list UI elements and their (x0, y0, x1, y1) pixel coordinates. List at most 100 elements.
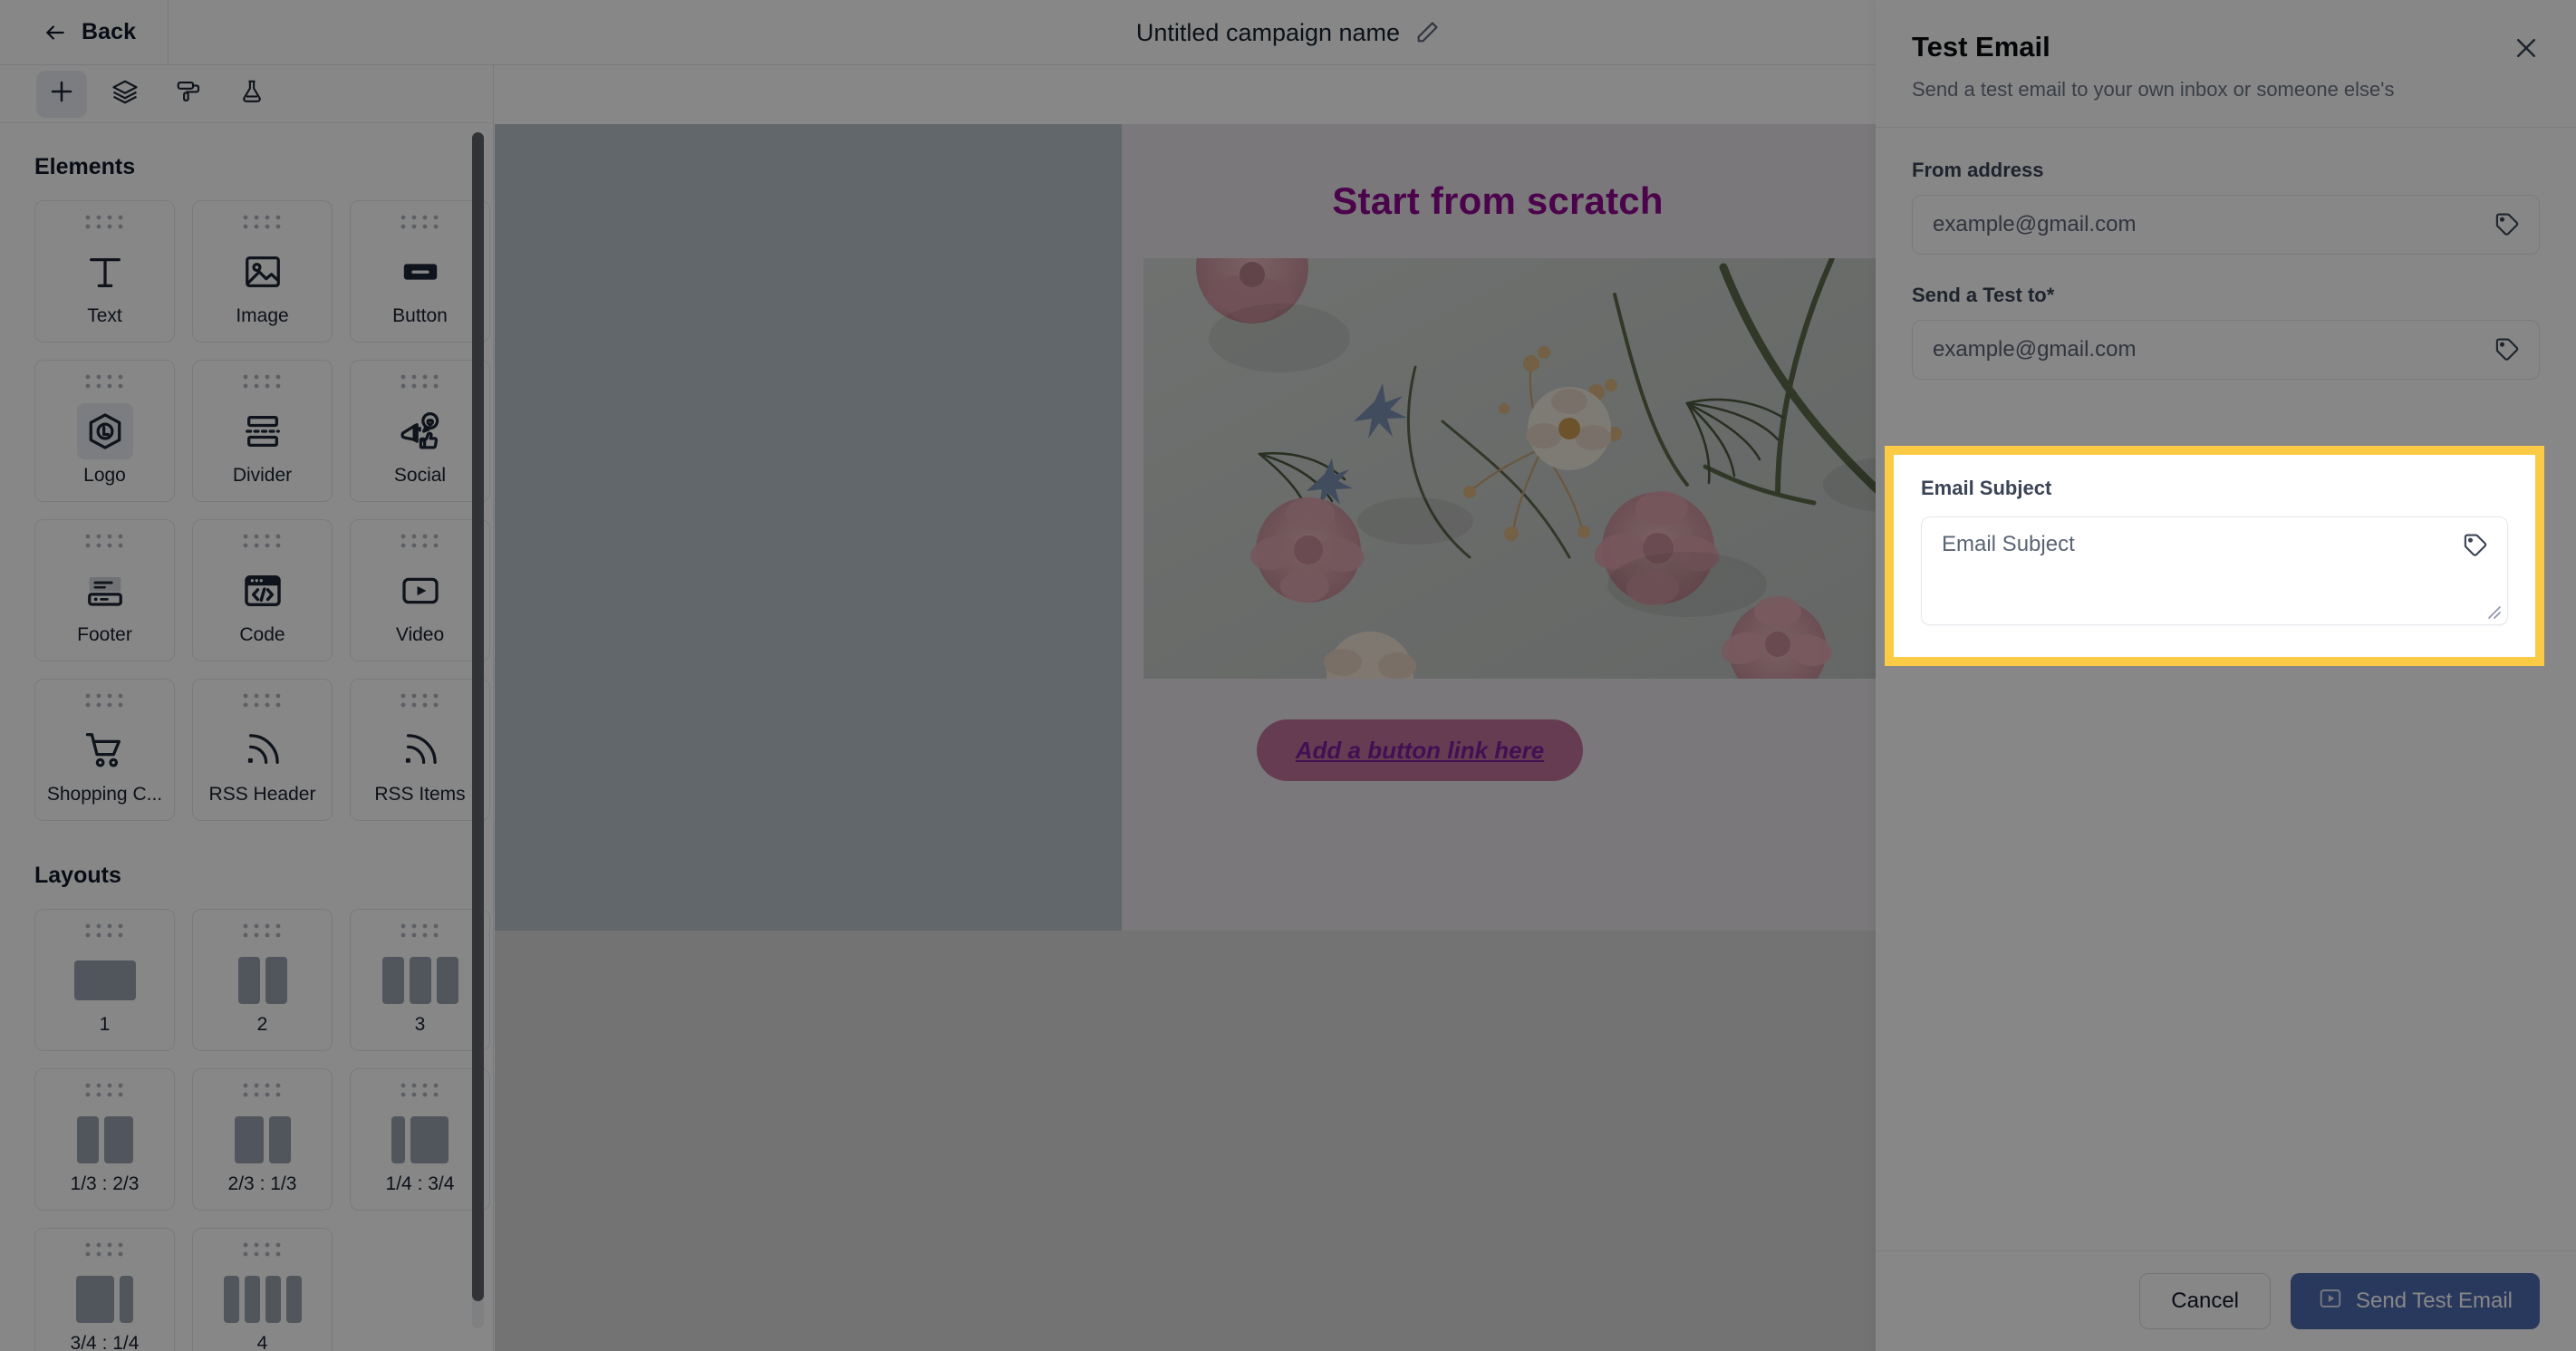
element-card-logo[interactable]: Logo (34, 360, 175, 502)
element-card-social[interactable]: Social (350, 360, 490, 502)
drag-dots-icon[interactable] (242, 214, 284, 237)
pencil-icon[interactable] (1414, 20, 1440, 45)
test-tool[interactable] (227, 71, 277, 118)
element-card-image[interactable]: Image (192, 200, 333, 343)
app-window: Back Untitled campaign name Elements Tex… (0, 0, 2576, 1351)
element-card-code[interactable]: Code (192, 519, 333, 661)
drag-dots-icon[interactable] (400, 533, 441, 556)
add-element-tool[interactable] (36, 70, 87, 118)
element-card-rss-header[interactable]: RSS Header (192, 679, 333, 821)
layout-card-1-3-2-3[interactable]: 1/3 : 2/3 (34, 1068, 175, 1211)
send-test-email-label: Send Test Email (2356, 1288, 2513, 1313)
element-card-label: Logo (83, 465, 126, 486)
layout-card-2-3-1-3[interactable]: 2/3 : 1/3 (192, 1068, 333, 1211)
send-test-to-label: Send a Test to* (1912, 284, 2055, 306)
sidebar-scroll-area: Elements Text Image Button Logo Divider Socia… (0, 123, 493, 1351)
drag-dots-icon[interactable] (242, 692, 284, 716)
layout-column-swatch (103, 1115, 133, 1163)
layers-tool[interactable] (100, 71, 150, 118)
tag-icon[interactable] (2462, 532, 2489, 559)
layout-column-swatch (265, 1275, 281, 1323)
text-icon (35, 237, 174, 305)
back-button[interactable]: Back (0, 0, 169, 65)
layout-card-1[interactable]: 1 (34, 909, 175, 1051)
element-card-label: RSS Items (374, 784, 466, 805)
layout-preview (223, 1265, 302, 1333)
drag-dots-icon[interactable] (84, 922, 126, 946)
element-card-rss-items[interactable]: RSS Items (350, 679, 490, 821)
layout-column-swatch (410, 1115, 449, 1163)
cancel-button[interactable]: Cancel (2139, 1273, 2272, 1329)
element-card-footer[interactable]: Footer (34, 519, 175, 661)
layout-preview (237, 946, 287, 1014)
canvas-left-panel (495, 124, 1122, 931)
hero-image[interactable] (1143, 258, 1971, 679)
styles-tool[interactable] (163, 71, 214, 118)
panel-footer: Cancel Send Test Email (1876, 1250, 2576, 1351)
layout-card-1-4-3-4[interactable]: 1/4 : 3/4 (350, 1068, 490, 1211)
drag-dots-icon[interactable] (84, 1241, 126, 1265)
sidebar-scrollbar-thumb[interactable] (472, 132, 484, 1301)
drag-dots-icon[interactable] (400, 692, 441, 716)
layout-preview (234, 1105, 291, 1173)
tag-icon[interactable] (2494, 336, 2521, 363)
drag-dots-icon[interactable] (84, 692, 126, 716)
plus-icon (48, 78, 75, 110)
email-subject-input[interactable]: Email Subject (1921, 516, 2508, 625)
from-address-input[interactable]: example@gmail.com (1912, 195, 2540, 255)
drag-dots-icon[interactable] (242, 922, 284, 946)
element-card-button[interactable]: Button (350, 200, 490, 343)
element-card-video[interactable]: Video (350, 519, 490, 661)
tag-icon[interactable] (2494, 211, 2521, 238)
drag-dots-icon[interactable] (242, 533, 284, 556)
layout-preview (391, 1105, 449, 1173)
drag-dots-icon[interactable] (400, 373, 441, 397)
layout-card-label: 1/3 : 2/3 (70, 1173, 140, 1194)
layout-card-label: 2/3 : 1/3 (227, 1173, 297, 1194)
drag-dots-icon[interactable] (84, 1082, 126, 1105)
layout-column-swatch (268, 1115, 291, 1163)
paint-roller-icon (175, 78, 202, 110)
rss-icon (351, 716, 489, 784)
drag-dots-icon[interactable] (84, 533, 126, 556)
layout-card-2[interactable]: 2 (192, 909, 333, 1051)
panel-title: Test Email (1912, 31, 2050, 63)
drag-dots-icon[interactable] (400, 214, 441, 237)
arrow-left-icon (43, 21, 67, 44)
email-subject-value: Email Subject (1942, 532, 2075, 556)
layout-card-3[interactable]: 3 (350, 909, 490, 1051)
element-card-shopping-c[interactable]: Shopping C... (34, 679, 175, 821)
email-subject-label: Email Subject (1921, 477, 2052, 499)
campaign-title: Untitled campaign name (1135, 18, 1401, 46)
element-card-label: Code (239, 624, 285, 645)
drag-dots-icon[interactable] (242, 373, 284, 397)
element-card-label: Video (395, 624, 445, 645)
layout-preview (76, 1265, 133, 1333)
drag-dots-icon[interactable] (242, 1241, 284, 1265)
drag-dots-icon[interactable] (400, 1082, 441, 1105)
drag-dots-icon[interactable] (84, 373, 126, 397)
send-test-email-button[interactable]: Send Test Email (2291, 1273, 2540, 1329)
layout-card-4[interactable]: 4 (192, 1228, 333, 1351)
element-card-label: Image (236, 305, 289, 326)
close-icon[interactable] (2513, 34, 2540, 62)
send-test-to-input[interactable]: example@gmail.com (1912, 320, 2540, 380)
email-cta-button[interactable]: Add a button link here (1257, 719, 1583, 781)
app-root: Back Untitled campaign name Elements Tex… (0, 0, 2576, 1351)
textarea-resize-handle[interactable] (2485, 603, 2502, 620)
rss-icon (193, 716, 332, 784)
element-card-label: RSS Header (208, 784, 316, 805)
layout-card-3-4-1-4[interactable]: 3/4 : 1/4 (34, 1228, 175, 1351)
drag-dots-icon[interactable] (400, 922, 441, 946)
code-icon (193, 556, 332, 624)
drag-dots-icon[interactable] (84, 214, 126, 237)
layout-column-swatch (436, 956, 458, 1004)
email-heading[interactable]: Start from scratch (1122, 179, 1874, 223)
play-square-icon (2318, 1286, 2343, 1317)
drag-dots-icon[interactable] (242, 1082, 284, 1105)
layout-column-swatch (223, 1275, 239, 1323)
element-card-divider[interactable]: Divider (192, 360, 333, 502)
layout-column-swatch (120, 1275, 133, 1323)
element-card-text[interactable]: Text (34, 200, 175, 343)
video-icon (351, 556, 489, 624)
